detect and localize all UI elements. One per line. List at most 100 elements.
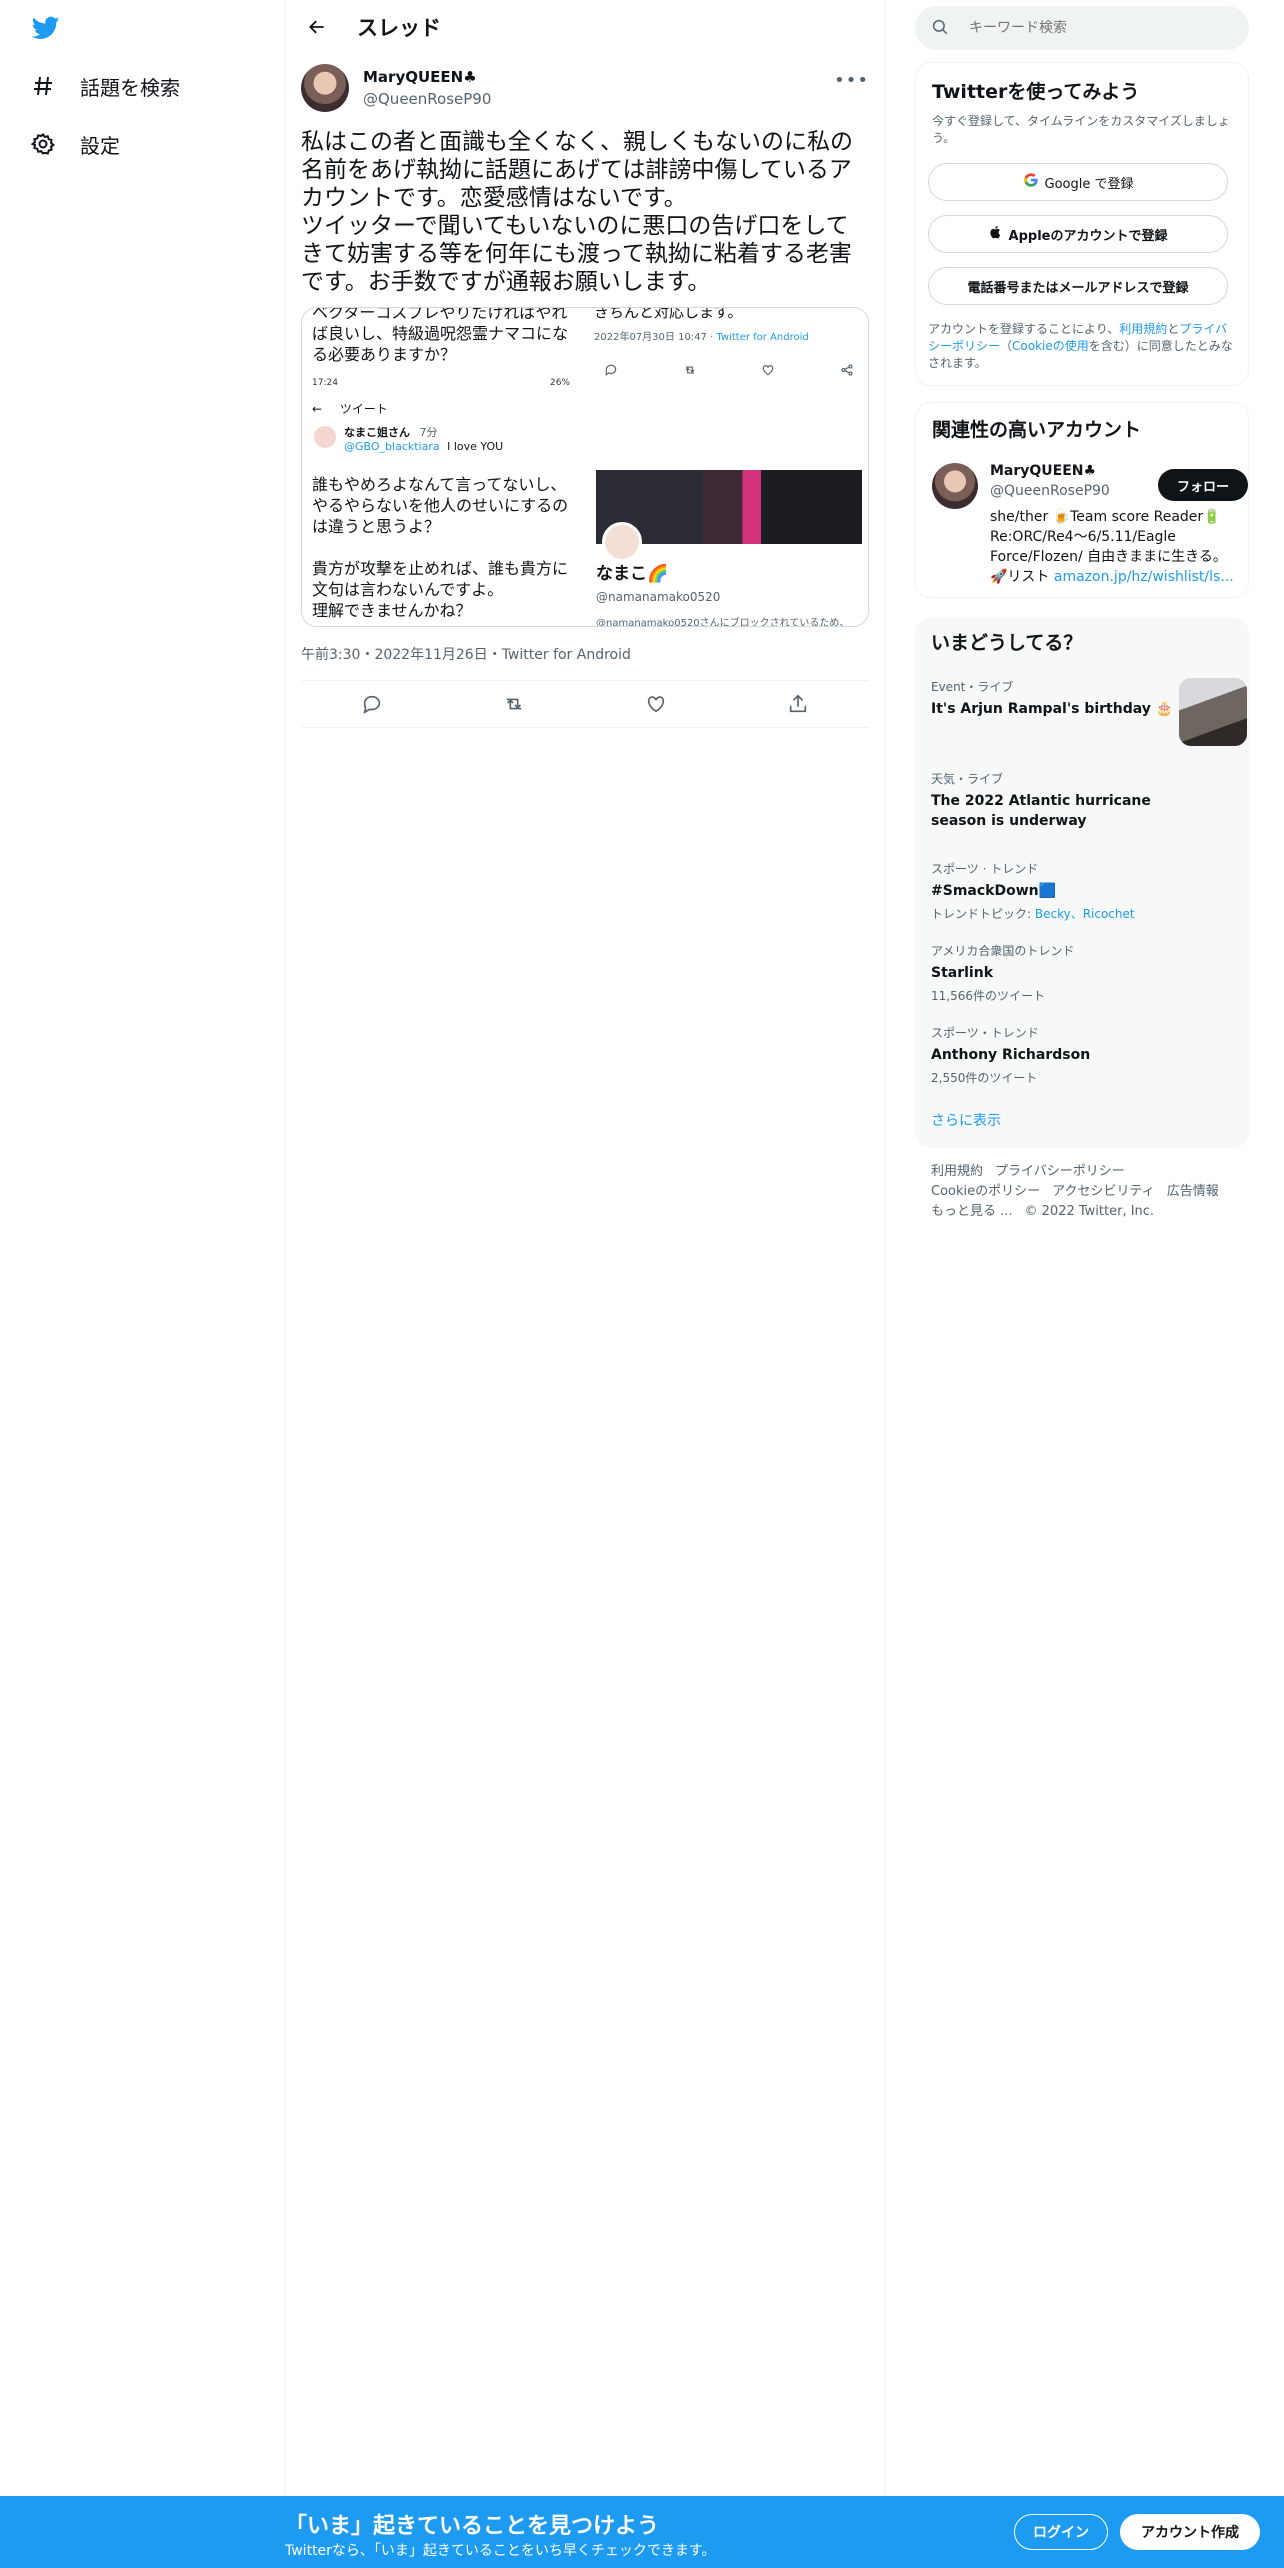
trend-name: It's Arjun Rampal's birthday 🎂: [931, 701, 1174, 717]
profile-picture: [602, 522, 642, 562]
quoted-name: なまこ姐さん: [344, 426, 410, 439]
footer-terms-link[interactable]: 利用規約: [931, 1164, 983, 1179]
thread-title: スレッド: [357, 16, 441, 40]
right-date-text: 2022年07月30日 10:47 ·: [594, 332, 717, 343]
related-bio-link[interactable]: amazon.jp/hz/wishlist/ls...: [1054, 569, 1234, 585]
trend-name: Starlink: [931, 965, 994, 981]
gear-icon: [30, 131, 56, 157]
google-signup-button[interactable]: Google で登録: [928, 163, 1228, 201]
trend-sub: 11,566件のツイート: [931, 989, 1045, 1003]
retweet-icon[interactable]: [496, 686, 532, 722]
signup-title: Twitterを使ってみよう: [932, 81, 1140, 103]
media-tweet-label: ツイート: [339, 402, 388, 416]
trend-sub-link[interactable]: Becky、Ricochet: [1035, 907, 1135, 921]
trend-item[interactable]: アメリカ合衆国のトレンド Starlink 11,566件のツイート: [931, 942, 1181, 1004]
tweet-media[interactable]: ベクターコスプレやりたければやれば良いし、特級過呪怨霊ナマコになる必要ありますか…: [301, 307, 869, 627]
footer-privacy-link[interactable]: プライバシーポリシー: [995, 1164, 1125, 1179]
footer-links: 利用規約 プライバシーポリシー Cookieのポリシー アクセシビリティ 広告情報 も…: [931, 1162, 1251, 1222]
media-left-bottom-text: 誰もやめろよなんて言ってないし、やるやらないを他人のせいにするのは違うと思うよ？…: [312, 475, 569, 620]
trend-item[interactable]: 天気・ライブ The 2022 Atlantic hurricane seaso…: [931, 770, 1181, 831]
trend-name: The 2022 Atlantic hurricane season is un…: [931, 793, 1151, 829]
media-quoted-head: なまこ姐さん 7分: [344, 424, 574, 440]
footer-cookie-link[interactable]: Cookieのポリシー: [931, 1184, 1040, 1199]
twitter-logo-icon[interactable]: [30, 14, 66, 46]
signup-card: Twitterを使ってみよう 今すぐ登録して、タイムラインをカスタマイズしましょ…: [915, 62, 1249, 386]
author-name[interactable]: MaryQUEEN♣: [363, 68, 477, 86]
right-client-text: Twitter for Android: [716, 332, 809, 343]
trends-card: いまどうしてる？ Event・ライブ It's Arjun Rampal's b…: [915, 618, 1249, 1148]
trend-sub-prefix: トレンドトピック:: [931, 907, 1035, 921]
left-nav: 話題を検索 設定: [0, 0, 285, 2568]
footer-accessibility-link[interactable]: アクセシビリティ: [1052, 1184, 1155, 1199]
related-handle[interactable]: @QueenRoseP90: [990, 483, 1110, 499]
create-account-button[interactable]: アカウント作成: [1120, 2514, 1260, 2550]
terms-link[interactable]: 利用規約: [1119, 322, 1167, 336]
login-button[interactable]: ログイン: [1014, 2514, 1108, 2550]
related-avatar[interactable]: [932, 463, 978, 509]
show-more-link[interactable]: さらに表示: [931, 1110, 1001, 1130]
related-name[interactable]: MaryQUEEN♣: [990, 463, 1096, 479]
media-right-date: 2022年07月30日 10:47 · Twitter for Android: [594, 328, 809, 343]
mini-retweet-icon: [683, 362, 697, 381]
phone-status-bar: 17:24 26%: [312, 378, 574, 392]
quoted-time: 7分: [419, 426, 438, 439]
legal-and: と: [1167, 322, 1180, 336]
trend-name: #SmackDown🟦: [931, 883, 1057, 899]
signup-sub: 今すぐ登録して、タイムラインをカスタマイズしましょう。: [932, 114, 1230, 145]
tweet-author: MaryQUEEN♣ @QueenRoseP90 •••: [301, 64, 869, 114]
media-image-right[interactable]: きちんと対応します。 2022年07月30日 10:47 · Twitter f…: [588, 308, 868, 626]
footer-ads-link[interactable]: 広告情報: [1167, 1184, 1219, 1199]
hashtag-icon: [30, 73, 56, 99]
author-handle[interactable]: @QueenRoseP90: [363, 90, 491, 108]
legal-paren: （: [1000, 339, 1013, 353]
bottom-signup-bar: 「いま」起きていることを見つけよう Twitterなら、「いま」起きていることを…: [0, 2496, 1284, 2568]
phone-email-signup-button[interactable]: 電話番号またはメールアドレスで登録: [928, 267, 1228, 305]
trend-name: Anthony Richardson: [931, 1047, 1091, 1063]
like-icon[interactable]: [638, 686, 674, 722]
main-column: スレッド MaryQUEEN♣ @QueenRoseP90 ••• 私はこの者と…: [285, 0, 885, 2568]
phone-time: 17:24: [312, 378, 338, 388]
mini-back-icon: ←: [312, 402, 323, 416]
follow-button[interactable]: フォロー: [1158, 469, 1248, 501]
quoted-handle: @GBO_blacktiara: [344, 440, 440, 453]
nav-settings[interactable]: 設定: [30, 124, 120, 164]
tweet-meta[interactable]: 午前3:30・2022年11月26日・Twitter for Android: [301, 644, 631, 664]
apple-signup-button[interactable]: Appleのアカウントで登録: [928, 215, 1228, 253]
page-root: 話題を検索 設定 スレッド MaryQUEEN♣ @QueenRoseP90 •…: [0, 0, 1284, 2568]
avatar[interactable]: [301, 64, 349, 112]
back-arrow-icon[interactable]: [301, 11, 333, 43]
cookie-link[interactable]: Cookieの使用: [1012, 339, 1089, 353]
trend-item[interactable]: スポーツ・トレンド Anthony Richardson 2,550件のツイート: [931, 1024, 1181, 1086]
reply-icon[interactable]: [354, 686, 390, 722]
media-left-top-text: ベクターコスプレやりたければやれば良いし、特級過呪怨霊ナマコになる必要ありますか…: [312, 308, 569, 364]
trend-item[interactable]: Event・ライブ It's Arjun Rampal's birthday 🎂: [931, 678, 1181, 719]
search-input[interactable]: [969, 20, 1229, 36]
apple-signup-label: Appleのアカウントで登録: [1008, 228, 1168, 244]
mini-avatar: [314, 426, 336, 448]
trend-meta: 天気・ライブ: [931, 772, 1004, 786]
media-right-top-text: きちんと対応します。: [594, 308, 743, 321]
tweet-text: 私はこの者と面識も全くなく、親しくもないのに私の名前をあげ執拗に話題にあげては誹…: [301, 129, 853, 295]
share-icon[interactable]: [780, 686, 816, 722]
apple-icon: [989, 224, 1003, 244]
trend-item[interactable]: スポーツ · トレンド #SmackDown🟦 トレンドトピック: Becky、…: [931, 860, 1181, 922]
thread-header: スレッド: [285, 0, 885, 54]
media-right-actions: [604, 362, 854, 381]
legal-prefix: アカウントを登録することにより、: [928, 322, 1120, 336]
media-image-left[interactable]: ベクターコスプレやりたければやれば良いし、特級過呪怨霊ナマコになる必要ありますか…: [302, 308, 584, 626]
mini-like-icon: [761, 362, 775, 381]
more-options-icon[interactable]: •••: [834, 70, 869, 91]
trend-sub: トレンドトピック: Becky、Ricochet: [931, 905, 1181, 922]
footer-more-link[interactable]: もっと見る ...: [931, 1204, 1013, 1219]
trend-meta: アメリカ合衆国のトレンド: [931, 944, 1075, 958]
footer-copyright: © 2022 Twitter, Inc.: [1024, 1204, 1155, 1219]
media-profile-name: なまこ🌈: [596, 564, 669, 584]
google-icon: [1023, 172, 1039, 192]
nav-explore[interactable]: 話題を検索: [30, 66, 180, 106]
trend-sub: 2,550件のツイート: [931, 1071, 1038, 1085]
phone-battery: 26%: [549, 378, 570, 388]
trend-thumbnail[interactable]: [1179, 678, 1247, 746]
search-box[interactable]: [915, 6, 1249, 50]
right-sidebar: Twitterを使ってみよう 今すぐ登録して、タイムラインをカスタマイズしましょ…: [885, 0, 1284, 2568]
mini-reply-icon: [604, 362, 618, 381]
